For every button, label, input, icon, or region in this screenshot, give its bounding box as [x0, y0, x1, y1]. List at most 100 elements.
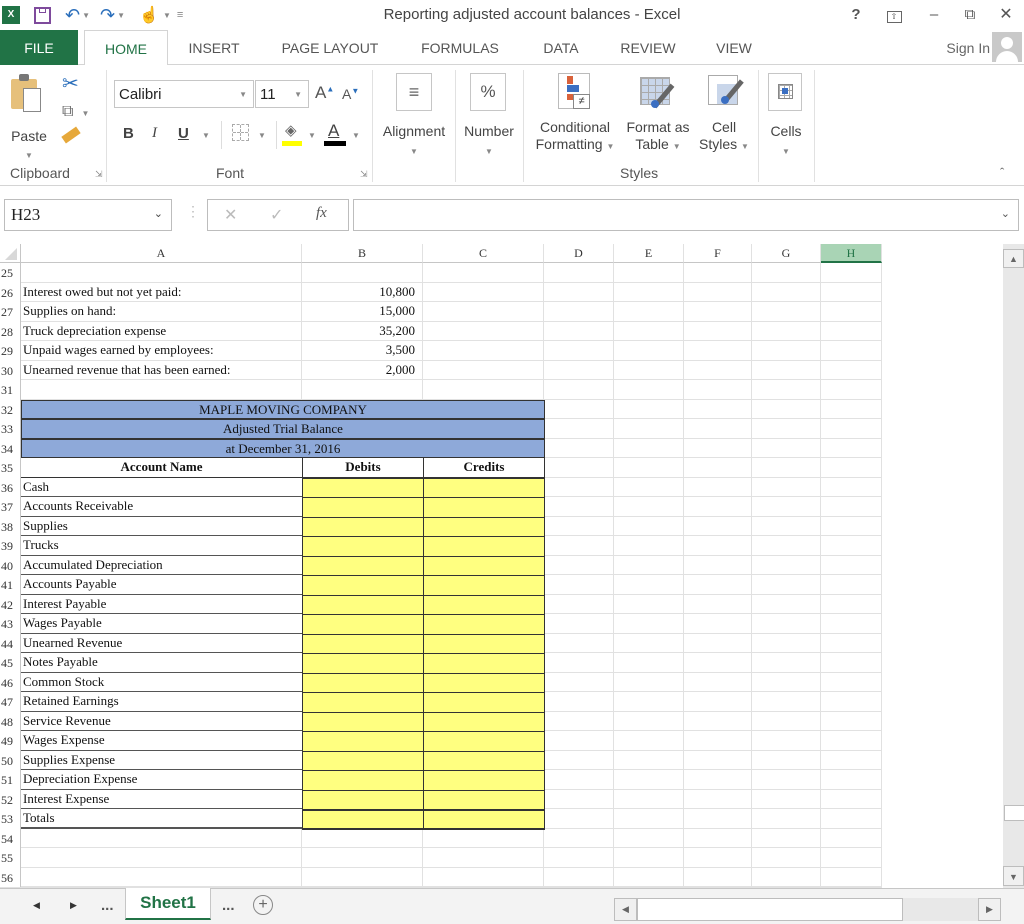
- font-launcher-icon[interactable]: ⇲: [360, 169, 368, 180]
- cell-d40[interactable]: [544, 555, 614, 575]
- cell-g34[interactable]: [752, 438, 821, 458]
- cell-e46[interactable]: [614, 672, 684, 692]
- cell-e43[interactable]: [614, 614, 684, 634]
- cell-d25[interactable]: [544, 263, 614, 283]
- cell-h30[interactable]: [821, 360, 882, 380]
- row-header-38[interactable]: 38: [0, 516, 21, 536]
- cell-d55[interactable]: [544, 848, 614, 868]
- collapse-ribbon-icon[interactable]: ˆ: [1000, 165, 1004, 180]
- cell-d37[interactable]: [544, 497, 614, 517]
- cell-f56[interactable]: [684, 867, 752, 887]
- cell-g38[interactable]: [752, 516, 821, 536]
- cell-a25[interactable]: [21, 263, 302, 283]
- cell-f43[interactable]: [684, 614, 752, 634]
- insert-function-button[interactable]: fx: [316, 205, 327, 222]
- cell-g40[interactable]: [752, 555, 821, 575]
- cell-f52[interactable]: [684, 789, 752, 809]
- cell-f30[interactable]: [684, 360, 752, 380]
- cell-g29[interactable]: [752, 341, 821, 361]
- cell-d52[interactable]: [544, 789, 614, 809]
- horizontal-scrollbar[interactable]: ◀ ▶: [614, 898, 1001, 921]
- credit-input-cell[interactable]: [423, 731, 545, 752]
- cut-icon[interactable]: ✂: [62, 71, 79, 96]
- debit-input-cell[interactable]: [302, 497, 424, 518]
- cell-d49[interactable]: [544, 731, 614, 751]
- row-header-30[interactable]: 30: [0, 360, 21, 380]
- cell-g54[interactable]: [752, 828, 821, 848]
- cell-g25[interactable]: [752, 263, 821, 283]
- cell-g30[interactable]: [752, 360, 821, 380]
- row-header-50[interactable]: 50: [0, 750, 21, 770]
- column-header-f[interactable]: F: [684, 244, 752, 263]
- column-header-d[interactable]: D: [544, 244, 614, 263]
- cell-f35[interactable]: [684, 458, 752, 478]
- row-header-49[interactable]: 49: [0, 731, 21, 751]
- borders-button[interactable]: [232, 124, 249, 141]
- row-header-29[interactable]: 29: [0, 341, 21, 361]
- cell-e47[interactable]: [614, 692, 684, 712]
- cell-g53[interactable]: [752, 809, 821, 829]
- cell-e54[interactable]: [614, 828, 684, 848]
- cell-f26[interactable]: [684, 282, 752, 302]
- cell-c30[interactable]: [423, 360, 544, 380]
- formula-bar-grip-icon[interactable]: ⋮: [186, 203, 200, 220]
- cell-f48[interactable]: [684, 711, 752, 731]
- cell-h44[interactable]: [821, 633, 882, 653]
- debit-input-cell[interactable]: [302, 536, 424, 557]
- cell-h45[interactable]: [821, 653, 882, 673]
- column-header-g[interactable]: G: [752, 244, 821, 263]
- row-header-52[interactable]: 52: [0, 789, 21, 809]
- cell-h50[interactable]: [821, 750, 882, 770]
- credit-input-cell[interactable]: [423, 575, 545, 596]
- scroll-right-button[interactable]: ▶: [978, 898, 1001, 921]
- cell-h48[interactable]: [821, 711, 882, 731]
- credit-input-cell[interactable]: [423, 477, 545, 498]
- row-header-34[interactable]: 34: [0, 438, 21, 458]
- cell-d31[interactable]: [544, 380, 614, 400]
- ribbon-display-button[interactable]: ⇧: [884, 5, 904, 25]
- cells-button[interactable]: Cells ▼: [762, 71, 810, 156]
- cell-f53[interactable]: [684, 809, 752, 829]
- cell-g36[interactable]: [752, 477, 821, 497]
- cell-f44[interactable]: [684, 633, 752, 653]
- cell-f45[interactable]: [684, 653, 752, 673]
- cell-e45[interactable]: [614, 653, 684, 673]
- debit-input-cell[interactable]: [302, 633, 424, 654]
- cell-f33[interactable]: [684, 419, 752, 439]
- cell-g43[interactable]: [752, 614, 821, 634]
- cell-g26[interactable]: [752, 282, 821, 302]
- cell-h40[interactable]: [821, 555, 882, 575]
- debit-input-cell[interactable]: [302, 731, 424, 752]
- row-header-41[interactable]: 41: [0, 575, 21, 595]
- next-sheet-button[interactable]: ▶: [70, 900, 77, 911]
- row-header-48[interactable]: 48: [0, 711, 21, 731]
- more-sheets-right-button[interactable]: ...: [222, 897, 235, 914]
- paste-button[interactable]: Paste ▼: [8, 71, 52, 160]
- grow-font-button[interactable]: A▲: [315, 83, 334, 103]
- name-box[interactable]: H23 ⌄: [4, 199, 172, 231]
- bold-button[interactable]: B: [123, 125, 134, 142]
- credit-input-cell[interactable]: [423, 672, 545, 693]
- row-header-35[interactable]: 35: [0, 458, 21, 478]
- debit-input-cell[interactable]: [302, 653, 424, 674]
- restore-button[interactable]: ⧉: [960, 5, 980, 25]
- cell-h34[interactable]: [821, 438, 882, 458]
- credit-input-cell[interactable]: [423, 516, 545, 537]
- cell-e39[interactable]: [614, 536, 684, 556]
- cell-a54[interactable]: [21, 828, 302, 848]
- cell-g39[interactable]: [752, 536, 821, 556]
- cell-h51[interactable]: [821, 770, 882, 790]
- tab-data[interactable]: DATA: [530, 30, 592, 65]
- cell-g28[interactable]: [752, 321, 821, 341]
- cell-h38[interactable]: [821, 516, 882, 536]
- row-header-54[interactable]: 54: [0, 828, 21, 848]
- cell-f55[interactable]: [684, 848, 752, 868]
- cell-e53[interactable]: [614, 809, 684, 829]
- cell-g56[interactable]: [752, 867, 821, 887]
- cell-a31[interactable]: [21, 380, 302, 400]
- cell-d35[interactable]: [544, 458, 614, 478]
- cell-e51[interactable]: [614, 770, 684, 790]
- cell-g50[interactable]: [752, 750, 821, 770]
- column-header-e[interactable]: E: [614, 244, 684, 263]
- cell-c28[interactable]: [423, 321, 544, 341]
